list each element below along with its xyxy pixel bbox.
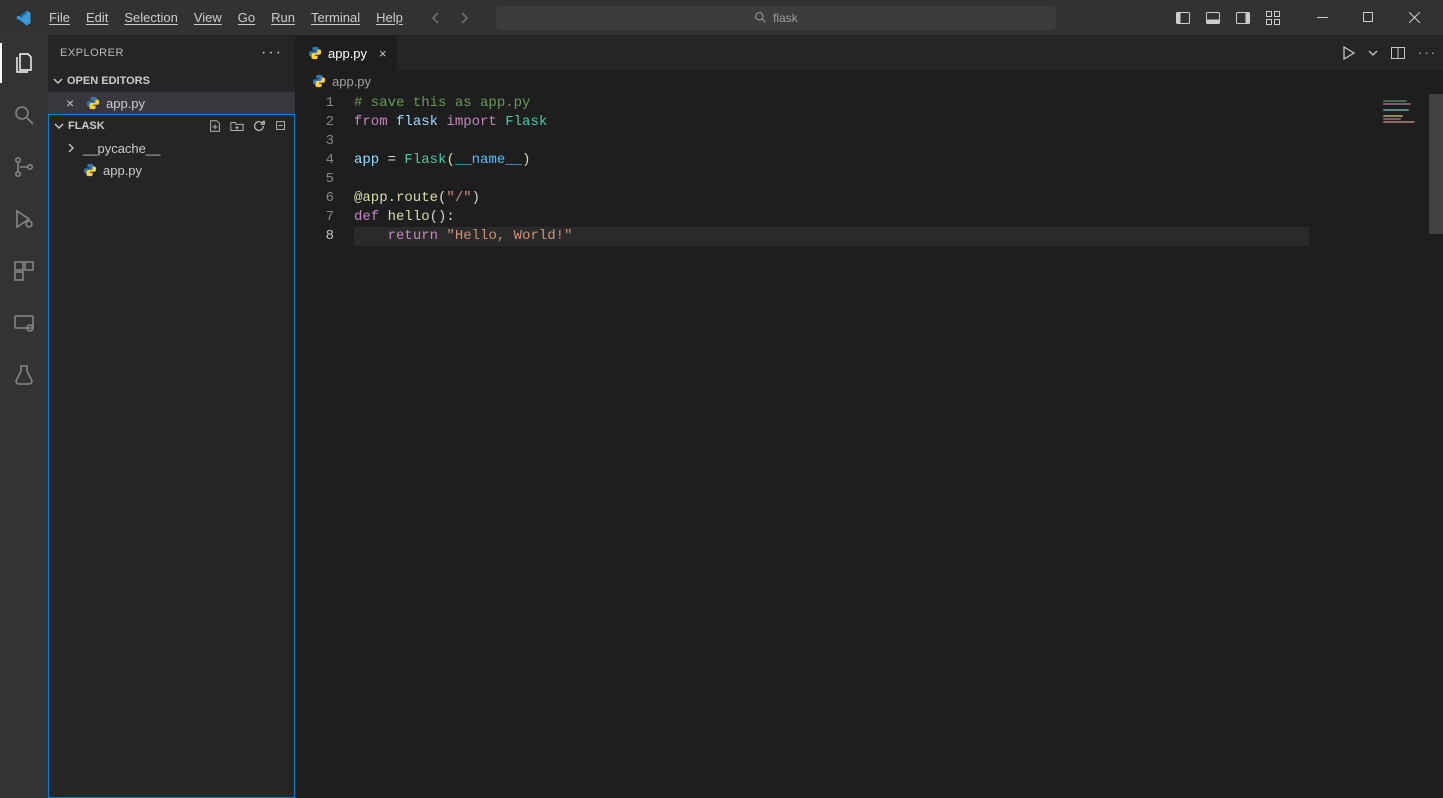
- menu-edit[interactable]: Edit: [79, 6, 115, 29]
- vscode-logo-icon: [12, 7, 34, 29]
- nav-forward-icon[interactable]: [456, 10, 472, 26]
- editor-scrollbar[interactable]: [1429, 92, 1443, 798]
- activity-extensions[interactable]: [0, 251, 48, 291]
- open-editor-filename: app.py: [106, 96, 145, 111]
- folder-name: FLASK: [68, 120, 105, 132]
- open-editor-item[interactable]: × app.py: [48, 92, 295, 114]
- explorer-sidebar: EXPLORER ··· OPEN EDITORS × app.py FLASK: [48, 35, 296, 798]
- tree-folder-pycache[interactable]: __pycache__: [49, 137, 294, 159]
- breadcrumbs[interactable]: app.py: [296, 70, 1443, 92]
- new-folder-icon[interactable]: [230, 119, 244, 133]
- window-close-button[interactable]: [1391, 0, 1437, 35]
- activity-explorer[interactable]: [0, 43, 48, 83]
- layout-panel-icon[interactable]: [1205, 10, 1221, 26]
- explorer-more-icon[interactable]: ···: [261, 44, 283, 62]
- tab-label: app.py: [328, 46, 367, 61]
- search-icon: [754, 11, 767, 24]
- tree-item-label: app.py: [103, 163, 142, 178]
- activity-run-debug[interactable]: [0, 199, 48, 239]
- activity-bar: [0, 35, 48, 798]
- command-center-search[interactable]: flask: [496, 6, 1056, 30]
- folder-header[interactable]: FLASK: [49, 115, 294, 137]
- more-actions-icon[interactable]: ···: [1418, 45, 1437, 60]
- split-editor-icon[interactable]: [1390, 45, 1406, 61]
- activity-remote[interactable]: [0, 303, 48, 343]
- search-text: flask: [773, 11, 798, 25]
- collapse-all-icon[interactable]: [274, 119, 288, 133]
- minimap[interactable]: [1309, 92, 1429, 798]
- editor-group: app.py × ··· app.py 1 2 3 4 5: [296, 35, 1443, 798]
- menu-run[interactable]: Run: [264, 6, 302, 29]
- menu-help[interactable]: Help: [369, 6, 410, 29]
- editor-body[interactable]: 1 2 3 4 5 6 7 8 # save this as app.py fr…: [296, 92, 1443, 798]
- line-number-gutter: 1 2 3 4 5 6 7 8: [296, 92, 354, 798]
- activity-search[interactable]: [0, 95, 48, 135]
- python-file-icon: [83, 163, 97, 177]
- refresh-icon[interactable]: [252, 119, 266, 133]
- close-icon[interactable]: ×: [66, 95, 80, 111]
- layout-sidebar-right-icon[interactable]: [1235, 10, 1251, 26]
- window-minimize-button[interactable]: [1299, 0, 1345, 35]
- menu-view[interactable]: View: [187, 6, 229, 29]
- customize-layout-icon[interactable]: [1265, 10, 1281, 26]
- chevron-down-icon: [53, 120, 65, 132]
- scrollbar-thumb[interactable]: [1429, 94, 1443, 234]
- tree-file-app[interactable]: app.py: [49, 159, 294, 181]
- tab-app-py[interactable]: app.py ×: [296, 35, 398, 70]
- python-file-icon: [308, 46, 322, 60]
- menu-file[interactable]: File: [42, 6, 77, 29]
- python-file-icon: [86, 96, 100, 110]
- menu-selection[interactable]: Selection: [117, 6, 184, 29]
- chevron-down-icon: [52, 75, 64, 87]
- explorer-title: EXPLORER: [60, 47, 124, 59]
- open-editors-label: OPEN EDITORS: [67, 75, 150, 87]
- minimap-preview: [1383, 100, 1423, 123]
- breadcrumb-file: app.py: [332, 74, 371, 89]
- activity-source-control[interactable]: [0, 147, 48, 187]
- layout-sidebar-left-icon[interactable]: [1175, 10, 1191, 26]
- titlebar: File Edit Selection View Go Run Terminal…: [0, 0, 1443, 35]
- run-dropdown-icon[interactable]: [1368, 48, 1378, 58]
- nav-back-icon[interactable]: [430, 10, 446, 26]
- python-file-icon: [312, 74, 326, 88]
- tab-bar: app.py × ···: [296, 35, 1443, 70]
- menu-go[interactable]: Go: [231, 6, 262, 29]
- open-editors-header[interactable]: OPEN EDITORS: [48, 70, 295, 92]
- chevron-right-icon: [65, 142, 77, 154]
- code-area[interactable]: # save this as app.py from flask import …: [354, 92, 1309, 798]
- menu-bar: File Edit Selection View Go Run Terminal…: [42, 6, 410, 29]
- activity-testing[interactable]: [0, 355, 48, 395]
- new-file-icon[interactable]: [208, 119, 222, 133]
- close-icon[interactable]: ×: [379, 46, 387, 61]
- tree-item-label: __pycache__: [83, 141, 160, 156]
- window-maximize-button[interactable]: [1345, 0, 1391, 35]
- run-icon[interactable]: [1340, 45, 1356, 61]
- menu-terminal[interactable]: Terminal: [304, 6, 367, 29]
